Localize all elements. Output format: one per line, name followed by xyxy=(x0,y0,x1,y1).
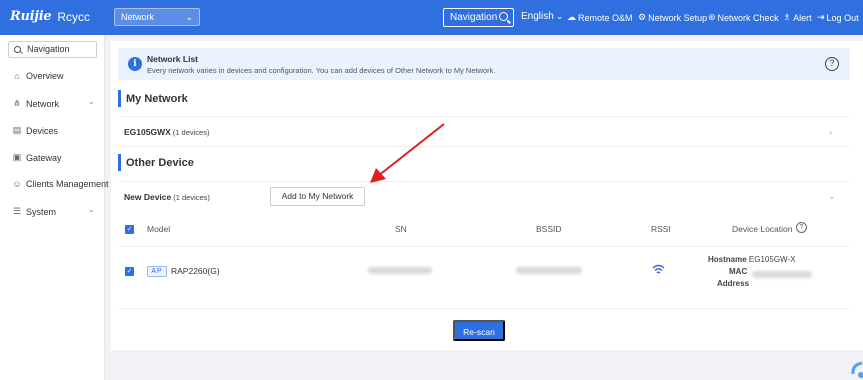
location-hostname: Hostname EG105GW-X xyxy=(708,255,795,264)
info-banner: i Network List Every network varies in d… xyxy=(118,48,850,80)
sidebar-item-label: System xyxy=(26,206,57,217)
gateway-icon: ▣ xyxy=(12,152,22,162)
alert-icon: ♗ xyxy=(783,12,792,22)
network-check-label: Network Check xyxy=(717,12,779,23)
sn-redacted xyxy=(368,267,432,274)
logout-icon: ⇥ xyxy=(817,12,825,22)
logout-link[interactable]: ⇥ Log Out xyxy=(817,12,859,23)
sidebar-item-gateway[interactable]: ▣ Gateway xyxy=(12,152,62,163)
remote-om-label: Remote O&M xyxy=(578,12,633,23)
group-name: EG105GWX xyxy=(124,127,171,137)
logo-brand: Ruijie xyxy=(10,9,52,24)
chevron-down-icon: ⌄ xyxy=(555,11,564,21)
sidebar-search-input[interactable]: Navigation xyxy=(8,41,97,58)
home-icon: ⌂ xyxy=(14,71,20,81)
clients-icon: ☺ xyxy=(12,179,22,189)
row-checkbox[interactable]: ✓ xyxy=(125,267,134,276)
devices-icon: ▤ xyxy=(12,125,22,135)
new-device-group[interactable]: New Device (1 devices) xyxy=(124,192,210,202)
mac-redacted xyxy=(752,271,812,278)
my-network-title: My Network xyxy=(126,93,188,105)
mac-label: MAC xyxy=(729,267,748,276)
divider xyxy=(118,246,850,247)
group-count: (1 devices) xyxy=(173,193,210,202)
sidebar-item-label: Network xyxy=(26,98,60,109)
device-model: RAP2260(G) xyxy=(171,266,220,276)
group-count: (1 devices) xyxy=(172,128,210,137)
select-all-checkbox[interactable]: ✓ xyxy=(125,225,134,234)
column-header-bssid: BSSID xyxy=(536,224,562,234)
navigation-search-button[interactable]: Navigation xyxy=(443,8,514,27)
device-type-badge: AP xyxy=(147,266,167,277)
column-header-device-location: Device Location xyxy=(732,224,793,234)
chevron-down-icon[interactable]: ⌄ xyxy=(828,191,836,202)
network-icon: ⋔ xyxy=(13,98,21,108)
sidebar-item-label: Devices xyxy=(26,125,59,136)
add-to-my-network-button[interactable]: Add to My Network xyxy=(270,187,365,206)
sidebar-item-system[interactable]: ☰ System xyxy=(12,206,56,217)
other-device-title: Other Device xyxy=(126,157,194,169)
address-label: Address xyxy=(717,279,750,288)
group-name: New Device xyxy=(124,192,172,202)
section-accent xyxy=(118,154,121,171)
network-setup-label: Network Setup xyxy=(648,12,708,23)
network-setup-icon: ⚙ xyxy=(638,12,647,22)
network-select[interactable]: Network ⌄ xyxy=(114,8,200,26)
divider xyxy=(118,308,850,309)
network-select-value: Network xyxy=(121,12,155,22)
language-label: English xyxy=(521,11,554,22)
hostname-label: Hostname xyxy=(708,255,747,264)
search-icon xyxy=(14,46,21,53)
banner-text: Every network varies in devices and conf… xyxy=(147,66,496,75)
help-icon[interactable]: ? xyxy=(796,222,807,233)
column-header-model: Model xyxy=(147,224,171,234)
divider xyxy=(118,146,850,147)
rescan-button[interactable]: Re-scan xyxy=(453,320,505,341)
my-network-group[interactable]: EG105GWX (1 devices) xyxy=(124,127,209,137)
logo: Ruijie Rcycc xyxy=(10,9,90,24)
chevron-down-icon: ⌄ xyxy=(185,12,193,22)
main-card xyxy=(111,41,863,350)
sidebar-item-clients-management[interactable]: ☺ Clients Management xyxy=(12,179,109,189)
column-header-rssi: RSSI xyxy=(651,224,671,234)
language-select[interactable]: English ⌄ xyxy=(521,11,563,22)
logo-subtitle: Rcycc xyxy=(57,9,90,24)
alert-label: Alert xyxy=(793,12,812,23)
alert-link[interactable]: ♗ Alert xyxy=(783,12,812,23)
chevron-down-icon: ⌄ xyxy=(88,205,95,214)
sidebar-item-devices[interactable]: ▤ Devices xyxy=(12,125,58,136)
column-header-sn: SN xyxy=(395,224,407,234)
sidebar-item-overview[interactable]: ⌂ Overview xyxy=(12,71,64,81)
info-icon: i xyxy=(128,57,142,71)
network-check-icon: ⊛ xyxy=(708,12,716,22)
help-icon[interactable]: ? xyxy=(825,57,839,71)
network-setup-link[interactable]: ⚙ Network Setup xyxy=(638,12,707,23)
sidebar-item-network[interactable]: ⋔ Network xyxy=(12,98,59,109)
annotation-arrow xyxy=(370,123,445,183)
divider xyxy=(118,181,850,182)
search-icon xyxy=(499,12,508,21)
bssid-redacted xyxy=(516,267,582,274)
chevron-down-icon: ⌄ xyxy=(88,97,95,106)
navigation-label: Navigation xyxy=(450,12,498,23)
sidebar-search-text: Navigation xyxy=(27,44,70,54)
logout-label: Log Out xyxy=(826,12,859,23)
hostname-value: EG105GW-X xyxy=(748,255,796,264)
banner-title: Network List xyxy=(147,54,199,64)
system-icon: ☰ xyxy=(12,206,22,216)
remote-om-link[interactable]: ☁ Remote O&M xyxy=(567,12,633,23)
wifi-signal-icon xyxy=(652,264,665,274)
corner-logo-icon xyxy=(851,361,863,378)
sidebar-item-label: Overview xyxy=(26,71,64,81)
section-accent xyxy=(118,90,121,107)
network-check-link[interactable]: ⊛ Network Check xyxy=(708,12,779,23)
sidebar-item-label: Clients Management xyxy=(26,179,109,189)
chevron-right-icon[interactable]: › xyxy=(829,127,832,137)
top-bar: Ruijie Rcycc Network ⌄ Navigation Englis… xyxy=(0,0,863,35)
sidebar-item-label: Gateway xyxy=(26,152,62,163)
divider xyxy=(118,116,850,117)
cloud-icon: ☁ xyxy=(567,12,576,22)
